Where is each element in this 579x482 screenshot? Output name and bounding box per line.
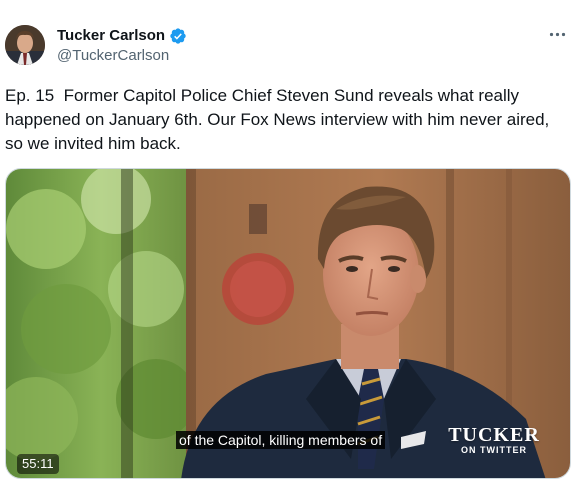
author-avatar[interactable] (5, 25, 45, 65)
logo-main-text: TUCKER (448, 424, 540, 446)
author-display-name[interactable]: Tucker Carlson (57, 26, 165, 46)
tweet-header: Tucker Carlson @TuckerCarlson (57, 26, 187, 66)
logo-sub-text: ON TWITTER (461, 445, 527, 455)
author-handle[interactable]: @TuckerCarlson (57, 46, 187, 66)
name-row: Tucker Carlson (57, 26, 187, 46)
tweet-card[interactable]: Tucker Carlson @TuckerCarlson Ep. 15 For… (0, 0, 579, 482)
show-logo: TUCKER ON TWITTER (444, 425, 544, 455)
tweet-text: Ep. 15 Former Capitol Police Chief Steve… (5, 86, 555, 153)
video-player[interactable]: of the Capitol, killing members of TUCKE… (5, 168, 571, 479)
video-duration-badge: 55:11 (17, 454, 59, 474)
video-caption: of the Capitol, killing members of (176, 431, 386, 449)
verified-badge-icon (169, 27, 187, 45)
more-options-icon[interactable] (547, 24, 567, 44)
